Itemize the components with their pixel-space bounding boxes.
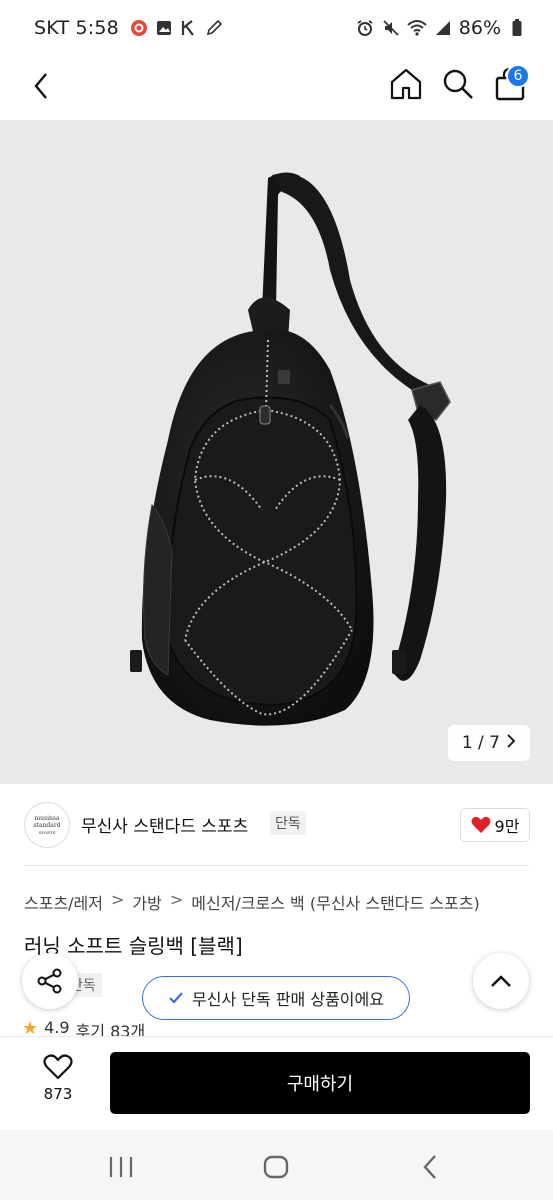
status-bar: SKT 5:58 86% bbox=[0, 0, 553, 58]
status-right: 86% bbox=[355, 17, 527, 39]
rating-value: 4.9 bbox=[44, 1018, 70, 1036]
divider bbox=[24, 865, 529, 866]
status-time: SKT 5:58 bbox=[34, 17, 119, 39]
home-icon[interactable] bbox=[388, 66, 424, 102]
star-icon: ★ bbox=[22, 1018, 39, 1036]
brand-logo-line-2: standard bbox=[33, 821, 61, 829]
status-icons-left bbox=[129, 18, 224, 38]
breadcrumb-item-subcategory[interactable]: 가방 bbox=[132, 890, 161, 914]
status-left: SKT 5:58 bbox=[34, 17, 224, 39]
back-chevron-icon[interactable] bbox=[26, 70, 58, 102]
brand-logo-line-3: SPORTS bbox=[38, 829, 56, 835]
breadcrumb-item-category[interactable]: 스포츠/레저 bbox=[24, 890, 103, 914]
breadcrumb-separator: > bbox=[111, 890, 125, 909]
brand-logo-line-1: musinsa bbox=[34, 814, 60, 822]
buy-button[interactable]: 구매하기 bbox=[110, 1052, 530, 1114]
heart-outline-icon bbox=[43, 1054, 73, 1080]
back-button-icon[interactable] bbox=[416, 1152, 446, 1182]
signal-icon bbox=[433, 18, 453, 38]
brand-like-count: 9만 bbox=[494, 817, 520, 836]
image-counter[interactable]: 1 / 7 bbox=[447, 725, 530, 761]
battery-icon bbox=[507, 18, 527, 38]
share-icon bbox=[37, 968, 62, 994]
breadcrumb-separator: > bbox=[169, 890, 184, 909]
wishlist-count: 873 bbox=[43, 1085, 73, 1103]
battery-percent: 86% bbox=[458, 17, 501, 39]
scroll-to-top-button[interactable] bbox=[473, 953, 529, 1009]
brand-name[interactable]: 무신사 스탠다드 스포츠 bbox=[81, 812, 248, 837]
rating-row[interactable]: ★ 4.9 후기 83개 bbox=[22, 1018, 145, 1036]
chevron-right-icon bbox=[506, 733, 516, 753]
notification-app-icon bbox=[129, 18, 149, 38]
bottom-purchase-bar: 873 구매하기 bbox=[0, 1036, 553, 1130]
sling-bag-image bbox=[130, 172, 451, 726]
mute-icon bbox=[381, 18, 401, 38]
breadcrumb-item-type[interactable]: 메신저/크로스 백 (무신사 스탠다드 스포츠) bbox=[191, 890, 479, 914]
review-count: 후기 83개 bbox=[75, 1022, 146, 1036]
wifi-icon bbox=[407, 18, 427, 38]
android-navigation-bar bbox=[0, 1130, 553, 1200]
image-counter-text: 1 / 7 bbox=[461, 733, 500, 753]
pen-icon bbox=[204, 18, 224, 38]
heart-filled-icon bbox=[471, 816, 491, 833]
alarm-icon bbox=[355, 18, 375, 38]
check-icon bbox=[169, 992, 183, 1004]
search-icon[interactable] bbox=[440, 66, 476, 102]
brand-logo[interactable]: musinsa standard SPORTS bbox=[24, 802, 70, 848]
exclusive-notice-pill: 무신사 단독 판매 상품이에요 bbox=[142, 976, 410, 1020]
k-app-icon bbox=[179, 18, 199, 38]
recent-apps-icon[interactable] bbox=[106, 1152, 136, 1182]
chevron-up-icon bbox=[491, 975, 511, 987]
breadcrumb: 스포츠/레저 > 가방 > 메신저/크로스 백 (무신사 스탠다드 스포츠) bbox=[24, 890, 480, 914]
gallery-icon bbox=[154, 18, 174, 38]
cart-count-badge: 6 bbox=[506, 64, 530, 88]
share-button[interactable] bbox=[22, 953, 78, 1009]
brand-like-button[interactable]: 9만 bbox=[460, 808, 530, 842]
exclusive-tag: 단독 bbox=[270, 811, 306, 835]
exclusive-notice-text: 무신사 단독 판매 상품이에요 bbox=[192, 990, 384, 1009]
top-nav: 6 bbox=[0, 58, 553, 120]
home-button-icon[interactable] bbox=[261, 1152, 291, 1182]
brand-row: musinsa standard SPORTS 무신사 스탠다드 스포츠 단독 … bbox=[0, 784, 553, 866]
wishlist-button[interactable]: 873 bbox=[24, 1053, 92, 1103]
product-image-carousel[interactable]: 1 / 7 bbox=[0, 120, 553, 784]
